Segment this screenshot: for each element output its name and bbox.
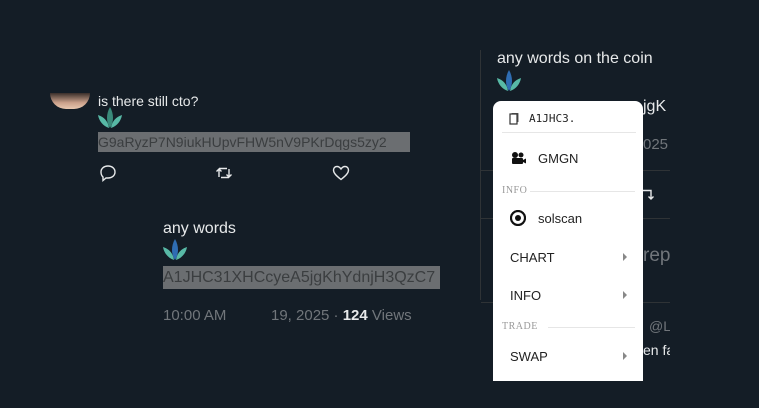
tweet-date[interactable]: 19, 2025 ·	[271, 307, 343, 324]
tweet-time[interactable]: 10:00 AM	[163, 307, 226, 324]
menu-item-label: solscan	[538, 210, 583, 226]
reply-text: en fa	[643, 342, 670, 358]
contract-address[interactable]: G9aRyzP7N9iukHUpvFHW5nV9PKrDqgs5zy2	[98, 132, 410, 152]
reply-input[interactable]: repl	[643, 245, 670, 267]
gmgn-icon	[512, 152, 526, 164]
menu-divider	[502, 132, 636, 133]
menu-item-label: GMGN	[538, 150, 579, 166]
views-count: 124	[342, 307, 368, 324]
chevron-right-icon	[623, 253, 627, 261]
menu-address-label: A1JHC3.	[529, 111, 576, 125]
user-handle[interactable]: @L	[649, 318, 670, 334]
partial-address[interactable]: jgK	[643, 98, 670, 116]
retweet-icon[interactable]	[643, 186, 657, 204]
menu-item-swap[interactable]: SWAP	[493, 339, 643, 373]
retweet-icon[interactable]	[215, 164, 233, 182]
menu-item-gmgn[interactable]: GMGN	[493, 141, 643, 175]
menu-section-title: INFO	[502, 185, 528, 196]
menu-item-label: CHART	[510, 249, 555, 265]
menu-item-solscan[interactable]: solscan	[493, 201, 643, 235]
avatar[interactable]	[50, 93, 90, 109]
partial-date: 025 ·	[643, 136, 670, 153]
menu-item-chart[interactable]: CHART	[493, 240, 643, 274]
panel-divider	[480, 50, 481, 300]
leaf-icon	[497, 70, 521, 91]
like-icon[interactable]	[332, 164, 350, 182]
tweet-text: any words on the coin	[497, 50, 653, 67]
views-label: Views	[367, 307, 412, 324]
contract-address[interactable]: A1JHC31XHCcyeA5jgKhYdnjH3QzC7	[163, 266, 440, 289]
leaf-icon	[163, 239, 187, 260]
menu-divider	[530, 191, 635, 192]
context-menu: A1JHC3. GMGN INFO solscan CHART INFO TRA…	[493, 101, 643, 381]
menu-divider	[548, 327, 635, 328]
tweet-date-views: 19, 2025 · 124 Views	[271, 307, 412, 324]
menu-item-label: SWAP	[510, 348, 548, 364]
leaf-icon	[98, 107, 122, 128]
solscan-icon	[510, 210, 526, 226]
copy-icon	[509, 113, 519, 125]
chevron-right-icon	[623, 291, 627, 299]
chevron-right-icon	[623, 352, 627, 360]
menu-section-title: TRADE	[502, 321, 538, 332]
menu-item-info[interactable]: INFO	[493, 278, 643, 312]
menu-copy-address[interactable]: A1JHC3.	[493, 102, 643, 134]
menu-item-label: INFO	[510, 287, 542, 303]
reply-icon[interactable]	[99, 164, 117, 182]
